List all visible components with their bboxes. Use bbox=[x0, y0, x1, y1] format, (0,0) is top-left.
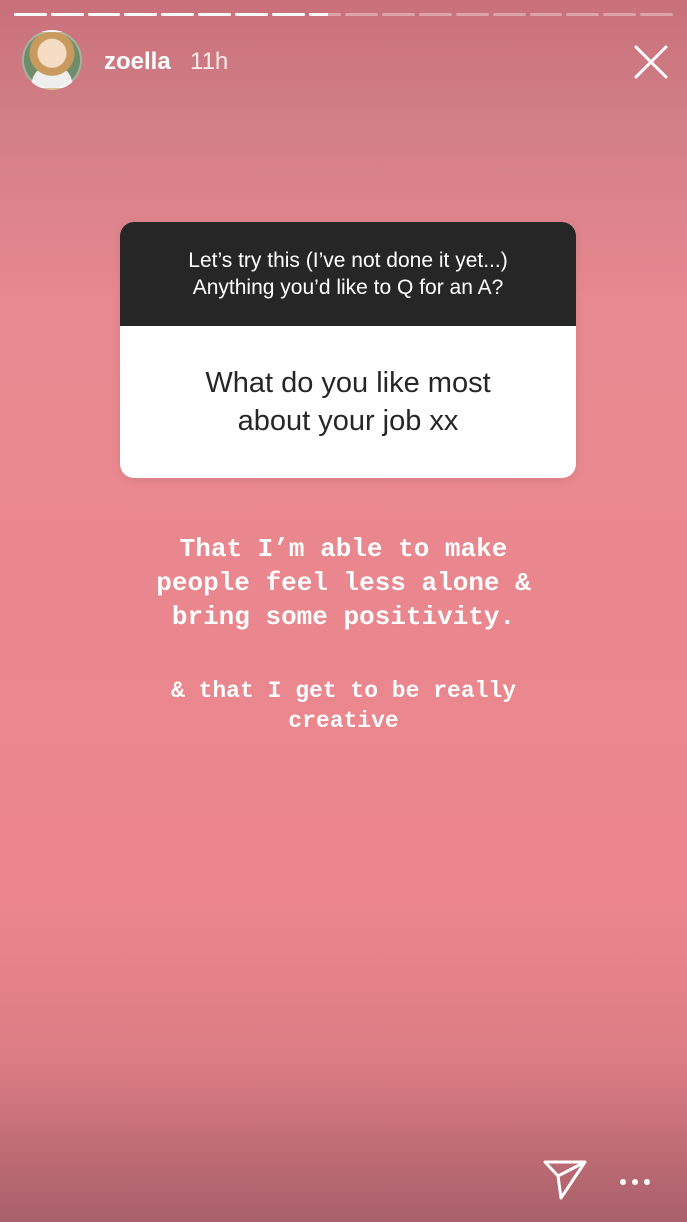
progress-segment bbox=[640, 13, 673, 16]
story-header: zoella 11h bbox=[22, 30, 669, 94]
progress-segment-fill bbox=[234, 13, 268, 16]
progress-segment-fill bbox=[50, 13, 84, 16]
progress-segment-fill bbox=[87, 13, 121, 16]
story-text-block: That I’m able to make people feel less a… bbox=[60, 532, 627, 634]
progress-segment bbox=[382, 13, 416, 16]
progress-segment bbox=[50, 13, 84, 16]
progress-segment bbox=[492, 13, 526, 16]
progress-segment bbox=[271, 13, 305, 16]
paper-plane-icon[interactable] bbox=[542, 1158, 588, 1202]
progress-segment bbox=[161, 13, 195, 16]
story-text-line: creative bbox=[288, 708, 399, 734]
username[interactable]: zoella bbox=[104, 48, 171, 76]
progress-segment bbox=[345, 13, 379, 16]
progress-segment-fill bbox=[161, 13, 195, 16]
question-answer: What do you like most about your job xx bbox=[120, 326, 576, 478]
question-answer-line: What do you like most bbox=[205, 367, 491, 399]
post-time: 11h bbox=[190, 48, 229, 75]
progress-segment bbox=[87, 13, 121, 16]
question-prompt: Let’s try this (I’ve not done it yet...)… bbox=[120, 222, 576, 326]
story-text-line: & that I get to be really bbox=[170, 678, 517, 704]
progress-segment bbox=[419, 13, 452, 16]
progress-segment bbox=[603, 13, 637, 16]
progress-segment-fill bbox=[308, 13, 329, 16]
story-text-block: & that I get to be really creative bbox=[60, 676, 627, 736]
close-icon[interactable] bbox=[633, 44, 669, 80]
progress-segment bbox=[124, 13, 158, 16]
story-text-line: That I’m able to make bbox=[179, 534, 508, 564]
story-text-line: bring some positivity. bbox=[171, 602, 516, 632]
progress-segment bbox=[566, 13, 600, 16]
progress-segment bbox=[455, 13, 489, 16]
progress-segment bbox=[14, 13, 47, 16]
story-text-line: people feel less alone & bbox=[156, 568, 531, 598]
question-prompt-line: Anything you’d like to Q for an A? bbox=[192, 276, 504, 299]
more-dots-icon[interactable] bbox=[618, 1170, 652, 1192]
progress-segment-fill bbox=[271, 13, 305, 16]
story-progress-bar bbox=[14, 13, 673, 16]
progress-segment bbox=[529, 13, 563, 16]
progress-segment bbox=[234, 13, 268, 16]
avatar[interactable] bbox=[22, 30, 82, 90]
progress-segment-fill bbox=[198, 13, 231, 16]
progress-segment bbox=[308, 13, 342, 16]
question-answer-line: about your job xx bbox=[237, 405, 459, 437]
progress-segment-fill bbox=[14, 13, 47, 16]
question-prompt-line: Let’s try this (I’ve not done it yet...) bbox=[188, 249, 508, 272]
progress-segment bbox=[198, 13, 231, 16]
question-sticker: Let’s try this (I’ve not done it yet...)… bbox=[120, 222, 576, 478]
progress-segment-fill bbox=[124, 13, 158, 16]
